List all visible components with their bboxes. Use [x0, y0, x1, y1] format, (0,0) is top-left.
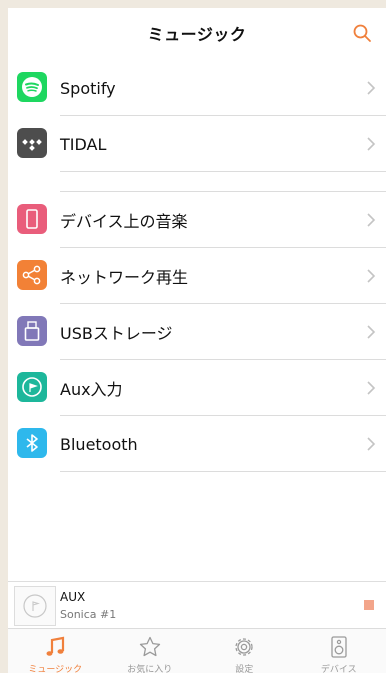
list-item-bluetooth[interactable]: Bluetooth: [8, 416, 386, 472]
chevron-right-icon: [367, 213, 376, 227]
stop-button[interactable]: [364, 600, 374, 610]
chevron-right-icon: [367, 381, 376, 395]
bluetooth-icon: [17, 428, 47, 458]
search-icon[interactable]: [352, 23, 372, 43]
list-item-label: Aux入力: [60, 380, 123, 399]
list-item-usb-storage[interactable]: USBストレージ: [8, 304, 386, 360]
now-playing-bar[interactable]: AUX Sonica #1: [8, 581, 386, 629]
phone-icon: [17, 204, 47, 234]
app-screen: ミュージック Spotify TIDAL デバイス上の音楽 ネットワーク再生 U…: [8, 8, 386, 673]
source-list: Spotify TIDAL デバイス上の音楽 ネットワーク再生 USBストレージ…: [8, 60, 386, 472]
tab-label: 設定: [235, 665, 254, 673]
tab-label: デバイス: [320, 665, 357, 673]
now-playing-device: Sonica #1: [60, 608, 117, 621]
aux-icon: [17, 372, 47, 402]
speaker-icon: [331, 636, 347, 658]
tab-bar: ミュージック お気に入り 設定 デバイス: [8, 628, 386, 673]
chevron-right-icon: [367, 325, 376, 339]
list-item-label: TIDAL: [60, 134, 107, 154]
chevron-right-icon: [367, 81, 376, 95]
tab-label: ミュージック: [28, 665, 83, 673]
page-title: ミュージック: [147, 25, 247, 44]
tab-settings[interactable]: 設定: [197, 629, 292, 673]
now-playing-title: AUX: [60, 590, 86, 604]
tidal-icon: [17, 128, 47, 158]
chevron-right-icon: [367, 437, 376, 451]
tab-devices[interactable]: デバイス: [292, 629, 386, 673]
list-item-aux-input[interactable]: Aux入力: [8, 360, 386, 416]
tab-music[interactable]: ミュージック: [8, 629, 103, 673]
list-item-label: Bluetooth: [60, 434, 138, 454]
list-item-label: ネットワーク再生: [60, 268, 189, 287]
list-item-label: Spotify: [60, 78, 116, 98]
list-item-spotify[interactable]: Spotify: [8, 60, 386, 116]
list-item-network-play[interactable]: ネットワーク再生: [8, 248, 386, 304]
list-item-label: USBストレージ: [60, 324, 173, 343]
chevron-right-icon: [367, 137, 376, 151]
chevron-right-icon: [367, 269, 376, 283]
star-icon: [139, 636, 160, 657]
tab-label: お気に入り: [127, 665, 173, 673]
tab-favorites[interactable]: お気に入り: [103, 629, 198, 673]
divider: [60, 471, 386, 472]
nav-bar: ミュージック: [8, 8, 386, 58]
list-item-device-music[interactable]: デバイス上の音楽: [8, 192, 386, 248]
spotify-icon: [17, 72, 47, 102]
section-gap: [8, 172, 386, 192]
album-art: [14, 586, 56, 626]
gear-icon: [235, 638, 253, 656]
list-item-tidal[interactable]: TIDAL: [8, 116, 386, 172]
share-icon: [17, 260, 47, 290]
usb-icon: [17, 316, 47, 346]
list-item-label: デバイス上の音楽: [60, 212, 188, 231]
music-note-icon: [46, 636, 65, 656]
